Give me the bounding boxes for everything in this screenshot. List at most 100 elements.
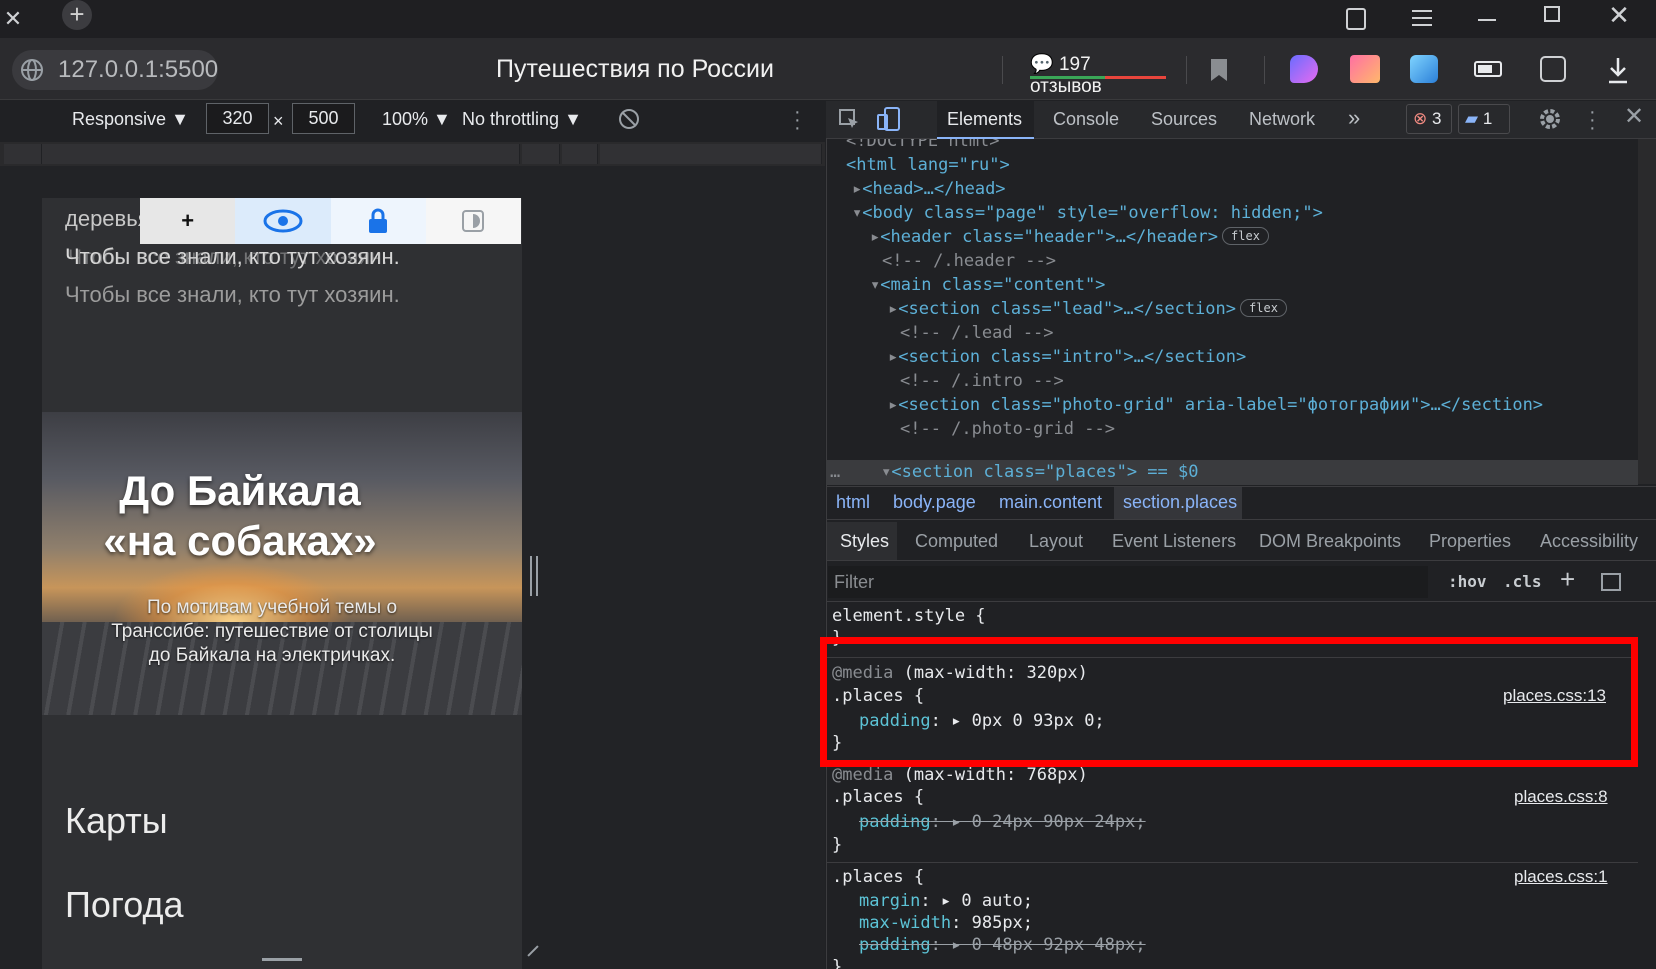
address-bar (0, 38, 1656, 100)
dom-comment[interactable]: <!-- /.header --> (882, 249, 1056, 274)
breadcrumb-item[interactable]: main.content (999, 492, 1102, 513)
more-tabs-icon[interactable]: » (1348, 105, 1360, 131)
toggle-sidebar-icon[interactable] (1601, 573, 1621, 591)
resize-handle-right[interactable] (530, 556, 538, 596)
device-mode-select[interactable]: Responsive ▼ (72, 109, 189, 130)
cls-toggle[interactable]: .cls (1503, 572, 1542, 591)
styles-filter-input[interactable]: Filter (828, 566, 1428, 598)
css-declaration-overridden[interactable]: padding: ▸ 0 48px 92px 48px; (859, 934, 1146, 956)
settings-icon[interactable] (1538, 107, 1562, 131)
message-icon: ▰ (1465, 109, 1479, 128)
messages-badge[interactable]: ▰ 1 (1458, 104, 1510, 134)
ruler-segment[interactable] (4, 144, 42, 164)
tab-network[interactable]: Network (1249, 109, 1315, 130)
dom-scrollbar[interactable] (1638, 139, 1656, 484)
download-icon[interactable] (1606, 56, 1630, 84)
dom-node[interactable]: ▸<head>…</head> (852, 177, 1006, 202)
contrast-toggle[interactable] (425, 198, 521, 244)
breadcrumb-item[interactable]: html (836, 492, 870, 513)
dom-comment[interactable]: <!-- /.lead --> (900, 321, 1054, 346)
throttling-select[interactable]: No throttling ▼ (462, 109, 582, 130)
eye-icon (263, 209, 303, 233)
devtools-menu-icon[interactable]: · · · (1589, 102, 1596, 138)
ruler-segment[interactable] (562, 144, 598, 164)
eye-toggle[interactable] (235, 198, 331, 244)
element-style-selector[interactable]: element.style { (832, 605, 986, 627)
flex-badge[interactable]: flex (1222, 227, 1269, 245)
tab-layout[interactable]: Layout (1029, 531, 1083, 552)
dom-node[interactable]: ▸<header class="header">…</header> flex (870, 225, 1269, 250)
lock-icon (369, 208, 388, 233)
tab-styles[interactable]: Styles (840, 531, 889, 552)
flex-badge[interactable]: flex (1240, 299, 1287, 317)
dom-node[interactable]: ▾<main class="content"> (870, 273, 1105, 298)
rule-close: } (832, 957, 843, 969)
collections-icon[interactable] (1540, 56, 1566, 82)
hov-toggle[interactable]: :hov (1448, 572, 1487, 591)
tab-computed[interactable]: Computed (915, 531, 998, 552)
tab-accessibility[interactable]: Accessibility (1540, 531, 1638, 552)
ruler-segment[interactable] (522, 144, 560, 164)
dom-node[interactable]: ▾<body class="page" style="overflow: hid… (852, 201, 1323, 226)
inspect-element-icon[interactable] (838, 108, 862, 132)
close-tab-icon[interactable]: ✕ (0, 0, 26, 38)
divider (1002, 56, 1003, 84)
highlight-box (820, 637, 1638, 767)
viewport-width-input[interactable]: 320 (206, 103, 269, 134)
ruler-segment[interactable] (42, 144, 520, 164)
tab-elements[interactable]: Elements (947, 109, 1022, 130)
css-declaration[interactable]: margin: ▸ 0 auto; (859, 890, 1033, 912)
tab-properties[interactable]: Properties (1429, 531, 1511, 552)
nav-link-maps[interactable]: Карты (65, 800, 168, 842)
minimize-icon[interactable] (1478, 19, 1496, 21)
breadcrumb-item[interactable]: section.places (1123, 492, 1237, 513)
dom-comment[interactable]: <!-- /.intro --> (900, 369, 1064, 394)
dom-comment[interactable]: <!-- /.photo-grid --> (900, 417, 1115, 442)
lock-toggle[interactable] (330, 198, 426, 244)
window-close-icon[interactable]: ✕ (1604, 0, 1634, 34)
bookmarks-icon[interactable] (1346, 8, 1366, 30)
tab-dom-breakpoints[interactable]: DOM Breakpoints (1259, 531, 1401, 552)
rotate-icon[interactable] (618, 108, 640, 130)
tab-event-listeners[interactable]: Event Listeners (1112, 531, 1236, 552)
more-options-icon[interactable]: · · · (794, 102, 801, 138)
tab-console[interactable]: Console (1053, 109, 1119, 130)
new-style-rule-icon[interactable]: + (1560, 564, 1575, 595)
rule-close: } (832, 835, 843, 855)
rule-source-link[interactable]: places.css:8 (1514, 786, 1608, 808)
menu-icon[interactable] (1412, 8, 1432, 26)
errors-badge[interactable]: ⊗ 3 (1406, 104, 1452, 134)
dom-node[interactable]: ▸<section class="photo-grid" aria-label=… (888, 393, 1543, 418)
divider (1186, 56, 1187, 84)
dom-node[interactable]: ▸<section class="lead">…</section> flex (888, 297, 1287, 322)
extension-icon[interactable] (1350, 55, 1380, 83)
device-toolbar-icon[interactable] (876, 106, 902, 132)
dom-node[interactable]: ▸<section class="intro">…</section> (888, 345, 1246, 370)
css-declaration[interactable]: max-width: 985px; (859, 912, 1033, 934)
battery-icon[interactable] (1474, 61, 1502, 77)
css-declaration-overridden[interactable]: padding: ▸ 0 24px 90px 24px; (859, 811, 1146, 833)
dom-node[interactable]: <!DOCTYPE html> (846, 139, 1000, 154)
new-tab-button[interactable]: + (62, 0, 92, 30)
rule-source-link[interactable]: places.css:1 (1514, 866, 1608, 888)
dom-node-selected[interactable]: … ▾<section class="places"> == $0 (830, 460, 1198, 484)
zoom-select[interactable]: 100% ▼ (382, 109, 451, 130)
url-text: 127.0.0.1:5500 (58, 56, 219, 83)
extension-icon[interactable] (1410, 55, 1438, 83)
errors-count: 3 (1431, 109, 1442, 128)
extension-icon[interactable] (1290, 55, 1318, 83)
rule-selector[interactable]: .places { (832, 786, 924, 808)
close-devtools-icon[interactable]: ✕ (1624, 102, 1644, 131)
rule-selector[interactable]: .places { (832, 866, 924, 888)
bookmark-icon[interactable] (1208, 57, 1230, 83)
tab-sources[interactable]: Sources (1151, 109, 1217, 130)
nav-link-weather[interactable]: Погода (65, 884, 184, 926)
viewport-height-input[interactable]: 500 (292, 103, 355, 134)
restore-icon[interactable] (1544, 6, 1560, 22)
dom-node[interactable]: <html lang="ru"> (846, 153, 1010, 178)
breadcrumb-item[interactable]: body.page (893, 492, 976, 513)
plus-toggle[interactable]: + (140, 198, 236, 244)
globe-icon (21, 59, 43, 81)
ruler-segment[interactable] (600, 144, 822, 164)
resize-handle-bottom[interactable] (262, 958, 302, 961)
